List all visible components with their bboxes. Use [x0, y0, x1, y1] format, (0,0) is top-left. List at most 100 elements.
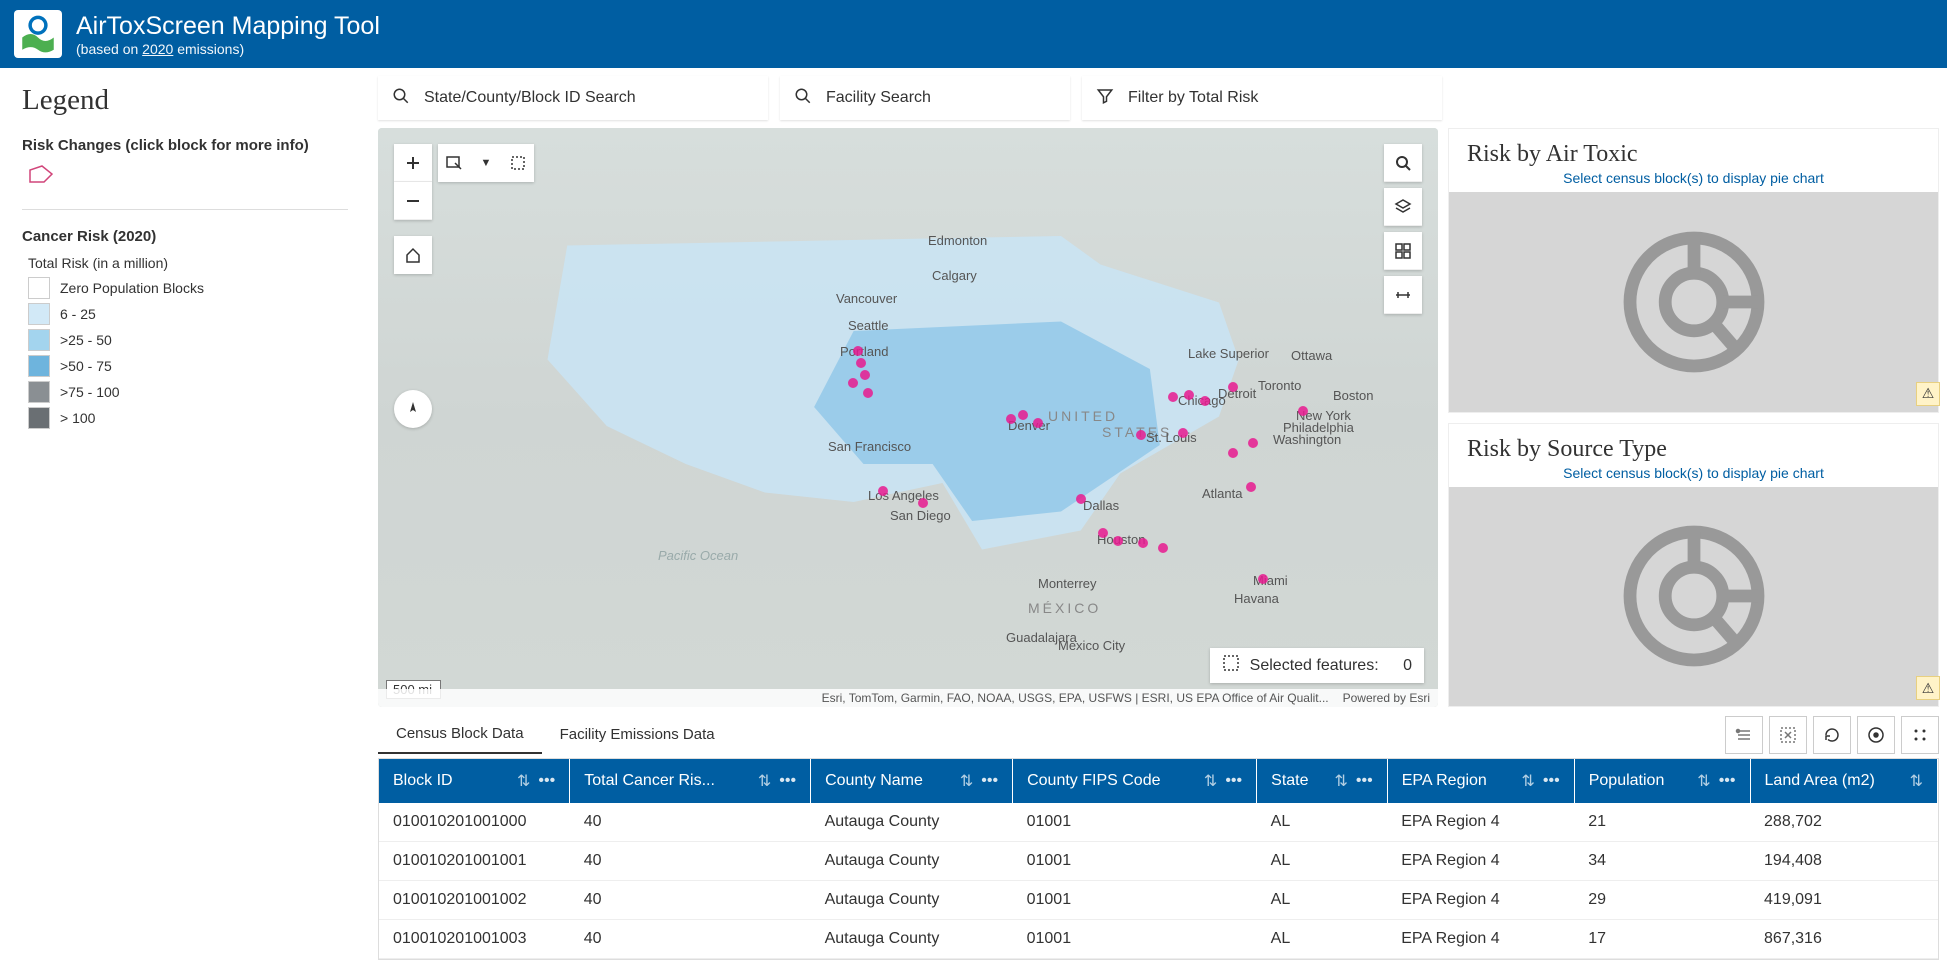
table-cell: 01001	[1013, 881, 1257, 920]
map-label: Vancouver	[836, 291, 897, 306]
map-hotspot	[1168, 392, 1178, 402]
legend-risk-changes: Risk Changes (click block for more info)	[22, 137, 348, 154]
map-label: Seattle	[848, 318, 888, 333]
map-hotspot	[1228, 448, 1238, 458]
legend-label: >75 - 100	[60, 384, 120, 400]
column-header[interactable]: State⇅•••	[1257, 759, 1388, 803]
clear-selection-button[interactable]	[1769, 716, 1807, 754]
map-label: Monterrey	[1038, 576, 1097, 591]
risk-source-type-card: Risk by Source Type Select census block(…	[1448, 423, 1939, 708]
table-row[interactable]: 01001020100100140Autauga County01001ALEP…	[379, 842, 1938, 881]
select-tool[interactable]: ▼	[438, 144, 534, 182]
tab-facility[interactable]: Facility Emissions Data	[542, 716, 733, 753]
filter-placeholder: Filter by Total Risk	[1128, 89, 1258, 107]
legend-label: Zero Population Blocks	[60, 280, 204, 296]
table-cell: 010010201001001	[379, 842, 570, 881]
tab-census[interactable]: Census Block Data	[378, 715, 542, 754]
zoom-in-button[interactable]	[394, 144, 432, 182]
legend-total-risk: Total Risk (in a million)	[28, 255, 348, 271]
column-header[interactable]: EPA Region⇅•••	[1387, 759, 1574, 803]
column-menu-icon[interactable]: •••	[1225, 772, 1242, 790]
map-hotspot	[1113, 536, 1123, 546]
filter-risk[interactable]: Filter by Total Risk	[1082, 76, 1442, 120]
column-header[interactable]: Land Area (m2)⇅	[1750, 759, 1937, 803]
legend-item: 6 - 25	[28, 303, 348, 325]
legend-label: > 100	[60, 410, 95, 426]
app-header: AirToxScreen Mapping Tool (based on 2020…	[0, 0, 1947, 68]
select-rectangle-icon	[438, 155, 470, 171]
legend-swatch	[28, 329, 50, 351]
table-options-button[interactable]	[1901, 716, 1939, 754]
map-label: Dallas	[1083, 498, 1119, 513]
warning-icon[interactable]: ⚠	[1916, 382, 1940, 406]
map-hotspot	[1178, 428, 1188, 438]
table-cell: 01001	[1013, 920, 1257, 959]
legend-swatch	[28, 407, 50, 429]
map-label: Toronto	[1258, 378, 1301, 393]
facility-search[interactable]: Facility Search	[780, 76, 1070, 120]
search-toolbar: State/County/Block ID Search Facility Se…	[378, 76, 1939, 120]
table-cell: AL	[1257, 803, 1388, 842]
column-header[interactable]: Block ID⇅•••	[379, 759, 570, 803]
sort-icon: ⇅	[1910, 771, 1923, 791]
map-hotspot	[1258, 574, 1268, 584]
table-cell: EPA Region 4	[1387, 803, 1574, 842]
column-menu-icon[interactable]: •••	[1719, 772, 1736, 790]
zoom-to-button[interactable]	[1857, 716, 1895, 754]
map-search-button[interactable]	[1384, 144, 1422, 182]
table-cell: 40	[570, 881, 811, 920]
table-cell: 01001	[1013, 803, 1257, 842]
chevron-down-icon[interactable]: ▼	[470, 157, 502, 169]
table-cell: 010010201001002	[379, 881, 570, 920]
map-label: San Francisco	[828, 439, 911, 454]
map-label: MÉXICO	[1028, 600, 1101, 616]
sort-icon: ⇅	[1522, 771, 1535, 791]
chart-placeholder: ⚠	[1449, 487, 1938, 707]
show-selection-button[interactable]	[1725, 716, 1763, 754]
map-hotspot	[1158, 543, 1168, 553]
table-cell: AL	[1257, 920, 1388, 959]
map[interactable]: EdmontonCalgaryVancouverSeattlePortlandU…	[378, 128, 1438, 707]
map-hotspot	[1098, 528, 1108, 538]
map-hotspot	[1228, 382, 1238, 392]
table-cell: 419,091	[1750, 881, 1937, 920]
map-hotspot	[863, 388, 873, 398]
table-cell: 288,702	[1750, 803, 1937, 842]
home-button[interactable]	[394, 236, 432, 274]
layers-button[interactable]	[1384, 188, 1422, 226]
column-menu-icon[interactable]: •••	[1543, 772, 1560, 790]
emissions-year-link[interactable]: 2020	[142, 41, 173, 57]
block-search[interactable]: State/County/Block ID Search	[378, 76, 768, 120]
column-header[interactable]: County Name⇅•••	[811, 759, 1013, 803]
clear-selection-icon[interactable]	[502, 155, 534, 171]
column-menu-icon[interactable]: •••	[981, 772, 998, 790]
zoom-out-button[interactable]	[394, 182, 432, 220]
measure-button[interactable]	[1384, 276, 1422, 314]
chart-title: Risk by Source Type	[1449, 424, 1938, 465]
powered-by[interactable]: Powered by Esri	[1343, 691, 1430, 705]
refresh-button[interactable]	[1813, 716, 1851, 754]
compass-button[interactable]	[394, 390, 432, 428]
table-row[interactable]: 01001020100100240Autauga County01001ALEP…	[379, 881, 1938, 920]
legend-swatch	[28, 303, 50, 325]
map-label: Washington	[1273, 432, 1341, 447]
census-table: Block ID⇅•••Total Cancer Ris...⇅•••Count…	[378, 758, 1939, 960]
table-cell: Autauga County	[811, 920, 1013, 959]
column-menu-icon[interactable]: •••	[538, 772, 555, 790]
table-cell: 010010201001003	[379, 920, 570, 959]
epa-logo	[14, 10, 62, 58]
table-cell: 867,316	[1750, 920, 1937, 959]
basemap-button[interactable]	[1384, 232, 1422, 270]
sort-icon: ⇅	[517, 771, 530, 791]
legend-item: >75 - 100	[28, 381, 348, 403]
column-header[interactable]: Population⇅•••	[1574, 759, 1750, 803]
column-header[interactable]: County FIPS Code⇅•••	[1013, 759, 1257, 803]
column-header[interactable]: Total Cancer Ris...⇅•••	[570, 759, 811, 803]
column-menu-icon[interactable]: •••	[1356, 772, 1373, 790]
table-row[interactable]: 01001020100100340Autauga County01001ALEP…	[379, 920, 1938, 959]
table-row[interactable]: 01001020100100040Autauga County01001ALEP…	[379, 803, 1938, 842]
legend-swatch	[28, 277, 50, 299]
warning-icon[interactable]: ⚠	[1916, 676, 1940, 700]
map-hotspot	[1200, 396, 1210, 406]
column-menu-icon[interactable]: •••	[779, 772, 796, 790]
